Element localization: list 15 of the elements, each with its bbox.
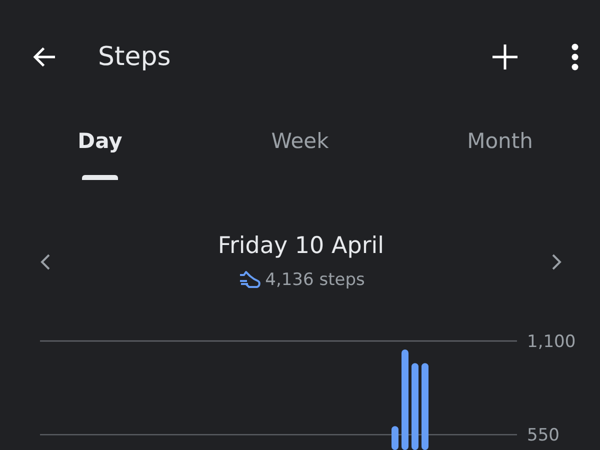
axis-tick-label: 1,100 <box>527 332 576 352</box>
walking-shoe-icon <box>237 270 262 290</box>
more-vertical-icon <box>570 42 580 72</box>
add-button[interactable] <box>490 42 520 72</box>
axis-tick-label: 550 <box>527 426 560 446</box>
screen-title: Steps <box>98 42 172 72</box>
date-label: Friday 10 April <box>218 233 384 259</box>
selected-tab-indicator <box>82 175 118 180</box>
step-count: 4,136 steps <box>265 270 365 290</box>
plus-icon <box>490 42 520 72</box>
tab[interactable]: Day <box>0 93 200 185</box>
tab[interactable]: Week <box>200 93 400 185</box>
bar <box>392 426 398 450</box>
more-options-button[interactable] <box>570 42 580 72</box>
tab[interactable]: Month <box>400 93 600 185</box>
